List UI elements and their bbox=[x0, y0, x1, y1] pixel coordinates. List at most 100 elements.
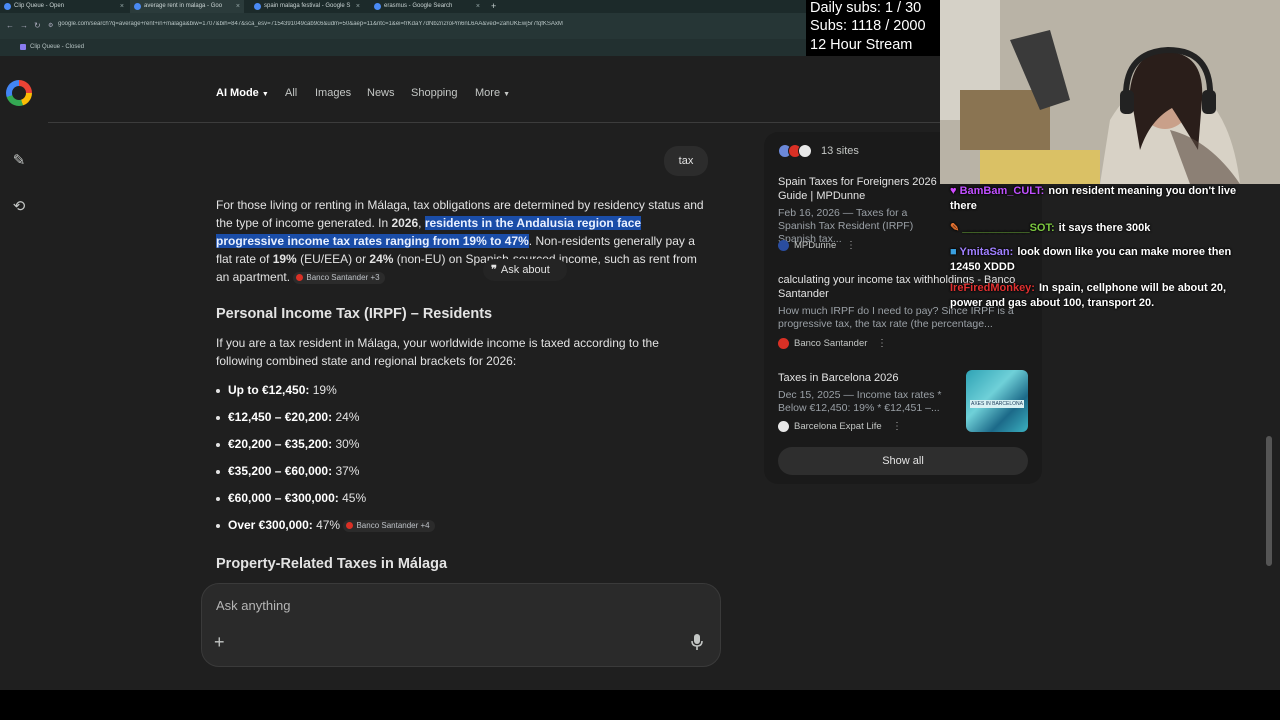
browser-tab[interactable]: Clip Queue - Open × bbox=[0, 0, 128, 13]
chat-badge-icon: ✎ bbox=[950, 222, 963, 234]
chat-message: ✎ ___________SOT: it says there 300k bbox=[950, 221, 1240, 236]
bookmark-icon bbox=[20, 44, 26, 50]
tab-favicon-icon bbox=[134, 3, 141, 10]
close-icon[interactable]: × bbox=[476, 0, 480, 13]
list-item: €60,000 – €300,000: 45% bbox=[216, 491, 366, 505]
chevron-down-icon: ▼ bbox=[261, 91, 269, 98]
ask-input[interactable] bbox=[216, 598, 616, 613]
source-site[interactable]: Barcelona Expat Life bbox=[778, 421, 882, 432]
plus-button[interactable]: + bbox=[214, 632, 225, 653]
tab-label: AI Mode bbox=[216, 87, 259, 99]
source-title[interactable]: Spain Taxes for Foreigners 2026 Guide | … bbox=[778, 175, 938, 203]
section-text: If you are a tax resident in Málaga, you… bbox=[216, 336, 659, 368]
mpdunne-logo-icon bbox=[778, 240, 789, 251]
chat-username: IreFiredMonkey: bbox=[950, 282, 1035, 294]
source-icons bbox=[778, 144, 812, 163]
section-heading: Property-Related Taxes in Málaga bbox=[216, 556, 448, 572]
history-icon[interactable]: ⟲ bbox=[10, 198, 28, 216]
close-icon[interactable]: × bbox=[236, 0, 240, 13]
more-options-icon[interactable]: ⋮ bbox=[892, 421, 902, 432]
source-thumbnail[interactable]: AXES IN BARCELONA bbox=[966, 370, 1028, 432]
bookmark-label: Clip Queue - Closed bbox=[30, 44, 85, 50]
tab-all[interactable]: All bbox=[285, 87, 297, 99]
chat-badge-icon: ■ bbox=[950, 246, 960, 258]
source-snippet: Dec 15, 2025 — Income tax rates * Below … bbox=[778, 389, 942, 414]
user-query-bubble: tax bbox=[664, 146, 708, 176]
browser-tab[interactable]: erasmus - Google Search × bbox=[370, 0, 484, 13]
bookmark-item[interactable]: Clip Queue - Closed bbox=[20, 41, 84, 53]
subs-counter: Subs: 1118 / 2000 bbox=[810, 18, 926, 34]
bullet-icon bbox=[216, 415, 220, 420]
tab-ai-mode[interactable]: AI Mode ▼ bbox=[216, 87, 269, 99]
list-item: Up to €12,450: 19% bbox=[216, 383, 337, 397]
ask-box: + bbox=[201, 583, 721, 667]
tab-label: average rent in malaga - Goo bbox=[144, 3, 223, 9]
back-icon[interactable]: ← bbox=[6, 21, 14, 30]
source-site[interactable]: MPDunne bbox=[778, 240, 836, 251]
site-icon bbox=[798, 144, 812, 158]
tab-label: Clip Queue - Open bbox=[14, 3, 65, 9]
stream-stats-overlay: Daily subs: 1 / 30 Subs: 1118 / 2000 12 … bbox=[806, 0, 940, 56]
stream-label: 12 Hour Stream bbox=[810, 37, 913, 53]
new-chat-icon[interactable]: ✎ bbox=[10, 152, 28, 170]
tab-images[interactable]: Images bbox=[315, 87, 351, 99]
bullet-icon bbox=[216, 469, 220, 474]
chat-badge-icon: ♥ bbox=[950, 185, 960, 197]
browser-tab-active[interactable]: average rent in malaga - Goo × bbox=[130, 0, 244, 13]
stream-chat: ♥ BamBam_CULT: non resident meaning you d… bbox=[940, 184, 1240, 344]
tab-more[interactable]: More ▼ bbox=[475, 87, 510, 99]
daily-subs-counter: Daily subs: 1 / 30 bbox=[810, 0, 922, 16]
close-icon[interactable]: × bbox=[120, 0, 124, 13]
tab-favicon-icon bbox=[4, 3, 11, 10]
tab-label: spain malaga festival - Google S bbox=[264, 3, 351, 9]
tab-shopping[interactable]: Shopping bbox=[411, 87, 458, 99]
list-item: €35,200 – €60,000: 37% bbox=[216, 464, 359, 478]
list-item: Over €300,000: 47% Banco Santander +4 bbox=[216, 518, 435, 532]
list-item: €20,200 – €35,200: 30% bbox=[216, 437, 359, 451]
santander-logo-icon bbox=[346, 522, 354, 530]
microphone-icon[interactable] bbox=[690, 634, 704, 650]
google-logo-icon[interactable] bbox=[6, 80, 32, 106]
santander-logo-icon bbox=[778, 338, 789, 349]
source-site[interactable]: Banco Santander bbox=[778, 338, 867, 349]
sources-count[interactable]: 13 sites bbox=[821, 145, 859, 157]
santander-logo-icon bbox=[296, 274, 304, 282]
chat-message: ♥ BamBam_CULT: non resident meaning you d… bbox=[950, 184, 1240, 214]
nav-divider bbox=[48, 122, 940, 123]
tab-favicon-icon bbox=[374, 3, 381, 10]
list-item: €12,450 – €20,200: 24% bbox=[216, 410, 359, 424]
more-options-icon[interactable]: ⋮ bbox=[877, 338, 887, 349]
tab-label: erasmus - Google Search bbox=[384, 3, 453, 9]
site-info-icon[interactable]: ⚙ bbox=[48, 22, 53, 29]
citation-chip[interactable]: Banco Santander +4 bbox=[343, 519, 435, 532]
chat-username: YmitaSan: bbox=[959, 246, 1014, 258]
bullet-icon bbox=[216, 388, 220, 393]
bullet-icon bbox=[216, 442, 220, 447]
tab-news[interactable]: News bbox=[367, 87, 395, 99]
more-options-icon[interactable]: ⋮ bbox=[846, 240, 856, 251]
chat-username: ___________SOT: bbox=[962, 222, 1055, 234]
section-heading: Personal Income Tax (IRPF) – Residents bbox=[216, 306, 493, 322]
reload-icon[interactable]: ↻ bbox=[34, 21, 41, 30]
chat-username: BamBam_CULT: bbox=[959, 185, 1045, 197]
new-tab-button[interactable]: + bbox=[488, 0, 504, 13]
citation-chip[interactable]: Banco Santander +3 bbox=[293, 271, 385, 284]
bullet-icon bbox=[216, 523, 220, 528]
answer-intro: For those living or renting in Málaga, t… bbox=[216, 198, 704, 284]
webcam-feed bbox=[940, 0, 1280, 184]
browser-tab[interactable]: spain malaga festival - Google S × bbox=[250, 0, 364, 13]
webcam-image bbox=[940, 0, 1280, 184]
chat-text: it says there 300k bbox=[1058, 222, 1151, 234]
tab-favicon-icon bbox=[254, 3, 261, 10]
chat-message: ■ YmitaSan: look down like you can make m… bbox=[950, 245, 1240, 275]
ask-about-button[interactable]: ❞ Ask about bbox=[483, 259, 567, 281]
bottom-bar bbox=[0, 690, 1280, 720]
show-all-button[interactable]: Show all bbox=[778, 447, 1028, 475]
page-scrollbar[interactable] bbox=[1266, 436, 1272, 566]
source-title[interactable]: Taxes in Barcelona 2026 bbox=[778, 371, 958, 385]
quote-icon: ❞ bbox=[491, 264, 497, 276]
bullet-icon bbox=[216, 496, 220, 501]
barcelona-expat-logo-icon bbox=[778, 421, 789, 432]
close-icon[interactable]: × bbox=[356, 0, 360, 13]
forward-icon[interactable]: → bbox=[20, 21, 28, 30]
